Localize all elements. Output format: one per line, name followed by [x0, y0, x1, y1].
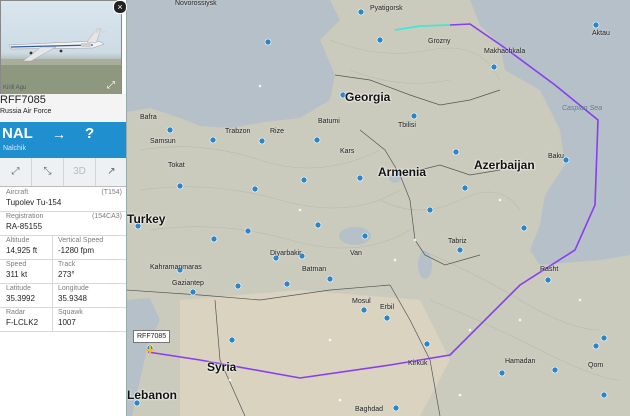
label-city-gaziantep: Gaziantep — [172, 280, 204, 287]
squawk-label: Squawk — [58, 309, 83, 316]
label-city-baku: Baku — [548, 153, 564, 160]
photo-copyright: Kirill Agu — [3, 85, 27, 91]
altitude-value: 14,925 ft — [6, 246, 38, 255]
label-city-hamadan: Hamadan — [505, 358, 536, 365]
flight-callsign: RFF7085 — [0, 94, 46, 106]
label-city-kars: Kars — [340, 148, 355, 155]
track-value: 273° — [58, 270, 75, 279]
origin-name: Nalchik — [3, 145, 26, 152]
route-arrow-icon: → — [52, 126, 66, 142]
aircraft-label: Aircraft — [6, 189, 29, 196]
photo-expand-icon[interactable]: ⤢ — [105, 80, 117, 91]
label-city-rize: Rize — [270, 128, 285, 135]
label-city-aktau: Aktau — [592, 30, 610, 37]
label-city-trabzon: Trabzon — [225, 128, 251, 135]
aircraft-code: (T154) — [101, 189, 122, 196]
label-country-syria: Syria — [207, 360, 237, 374]
registration-code: (154CA3) — [92, 213, 122, 220]
label-country-azerbaijan: Azerbaijan — [474, 158, 535, 172]
label-city-bafra: Bafra — [140, 114, 157, 121]
center-aircraft-icon[interactable]: ⤡ — [32, 158, 64, 186]
radar-value: F-LCLK2 — [6, 318, 39, 327]
label-country-lebanon: Lebanon — [127, 388, 177, 402]
registration-row: Registration (154CA3) RA-85155 — [0, 211, 126, 236]
aircraft-photo[interactable]: Kirill Agu ⤢ — [0, 0, 122, 96]
panel-actions: ⤢ ⤡ 3D ↗ — [0, 158, 126, 187]
black-sea — [126, 0, 340, 128]
airline-name: Russia Air Force — [0, 108, 52, 115]
altitude-row: Altitude 14,925 ft Vertical Speed -1280 … — [0, 235, 126, 260]
altitude-label: Altitude — [6, 237, 30, 244]
share-icon[interactable]: ↗ — [96, 158, 127, 186]
flight-identity: RFF7085 Russia Air Force — [0, 94, 126, 122]
label-city-novorossiysk: Novorossiysk — [175, 0, 217, 7]
label-city-tbilisi: Tbilisi — [398, 122, 416, 129]
3d-view-button[interactable]: 3D — [64, 158, 96, 186]
label-city-kirkuk: Kirkuk — [408, 360, 428, 367]
label-city-samsun: Samsun — [150, 138, 176, 145]
position-row: Latitude 35.3992 Longitude 35.9348 — [0, 283, 126, 308]
latitude-label: Latitude — [6, 285, 31, 292]
label-city-kahramanmaras: Kahramanmaras — [150, 264, 202, 271]
label-country-georgia: Georgia — [345, 90, 391, 104]
radar-label: Radar — [6, 309, 26, 316]
speed-value: 311 kt — [6, 270, 28, 279]
speed-label: Speed — [6, 261, 27, 268]
squawk-value: 1007 — [58, 318, 76, 327]
longitude-value: 35.9348 — [58, 294, 87, 303]
label-country-turkey: Turkey — [127, 212, 166, 226]
aircraft-photo-image — [1, 28, 121, 95]
registration-label: Registration — [6, 213, 44, 220]
label-city-batumi: Batumi — [318, 118, 340, 125]
label-caspian-sea: Caspian Sea — [562, 105, 603, 112]
vertical-speed-value: -1280 fpm — [58, 246, 95, 255]
speed-row: Speed 311 kt Track 273° — [0, 259, 126, 284]
label-city-tabriz: Tabriz — [448, 238, 467, 245]
track-label: Track — [58, 261, 76, 268]
map-flight-tag[interactable]: RFF7085 — [133, 330, 171, 343]
flight-info-panel: Kirill Agu ⤢ × RFF7085 Russia Air Force … — [0, 0, 127, 416]
label-city-qom: Qom — [588, 362, 604, 369]
fullscreen-icon[interactable]: ⤢ — [0, 158, 32, 186]
aircraft-value: Tupolev Tu-154 — [6, 198, 62, 207]
label-city-grozny: Grozny — [428, 38, 451, 45]
longitude-label: Longitude — [58, 285, 89, 292]
desert-area — [180, 290, 450, 416]
route-header: NAL → ? Nalchik — [0, 122, 126, 158]
label-city-erbil: Erbil — [380, 304, 395, 311]
label-city-mosul: Mosul — [352, 298, 371, 305]
registration-value: RA-85155 — [6, 222, 43, 231]
destination-code[interactable]: ? — [85, 125, 94, 142]
aircraft-row: Aircraft (T154) Tupolev Tu-154 — [0, 187, 126, 212]
label-city-pyatigorsk: Pyatigorsk — [370, 5, 403, 12]
latitude-value: 35.3992 — [6, 294, 35, 303]
label-city-diyarbakir: Diyarbakir — [270, 250, 302, 257]
origin-code[interactable]: NAL — [2, 125, 33, 142]
vertical-speed-label: Vertical Speed — [58, 237, 104, 244]
label-city-makhachkala: Makhachkala — [484, 48, 526, 55]
label-city-batman: Batman — [302, 266, 327, 273]
label-city-van: Van — [350, 250, 362, 257]
close-panel-button[interactable]: × — [113, 0, 127, 14]
radar-row: Radar F-LCLK2 Squawk 1007 — [0, 307, 126, 332]
label-city-baghdad: Baghdad — [355, 406, 384, 413]
label-country-armenia: Armenia — [378, 165, 427, 179]
label-city-rasht: Rasht — [540, 266, 559, 273]
label-city-tokat: Tokat — [168, 162, 185, 169]
